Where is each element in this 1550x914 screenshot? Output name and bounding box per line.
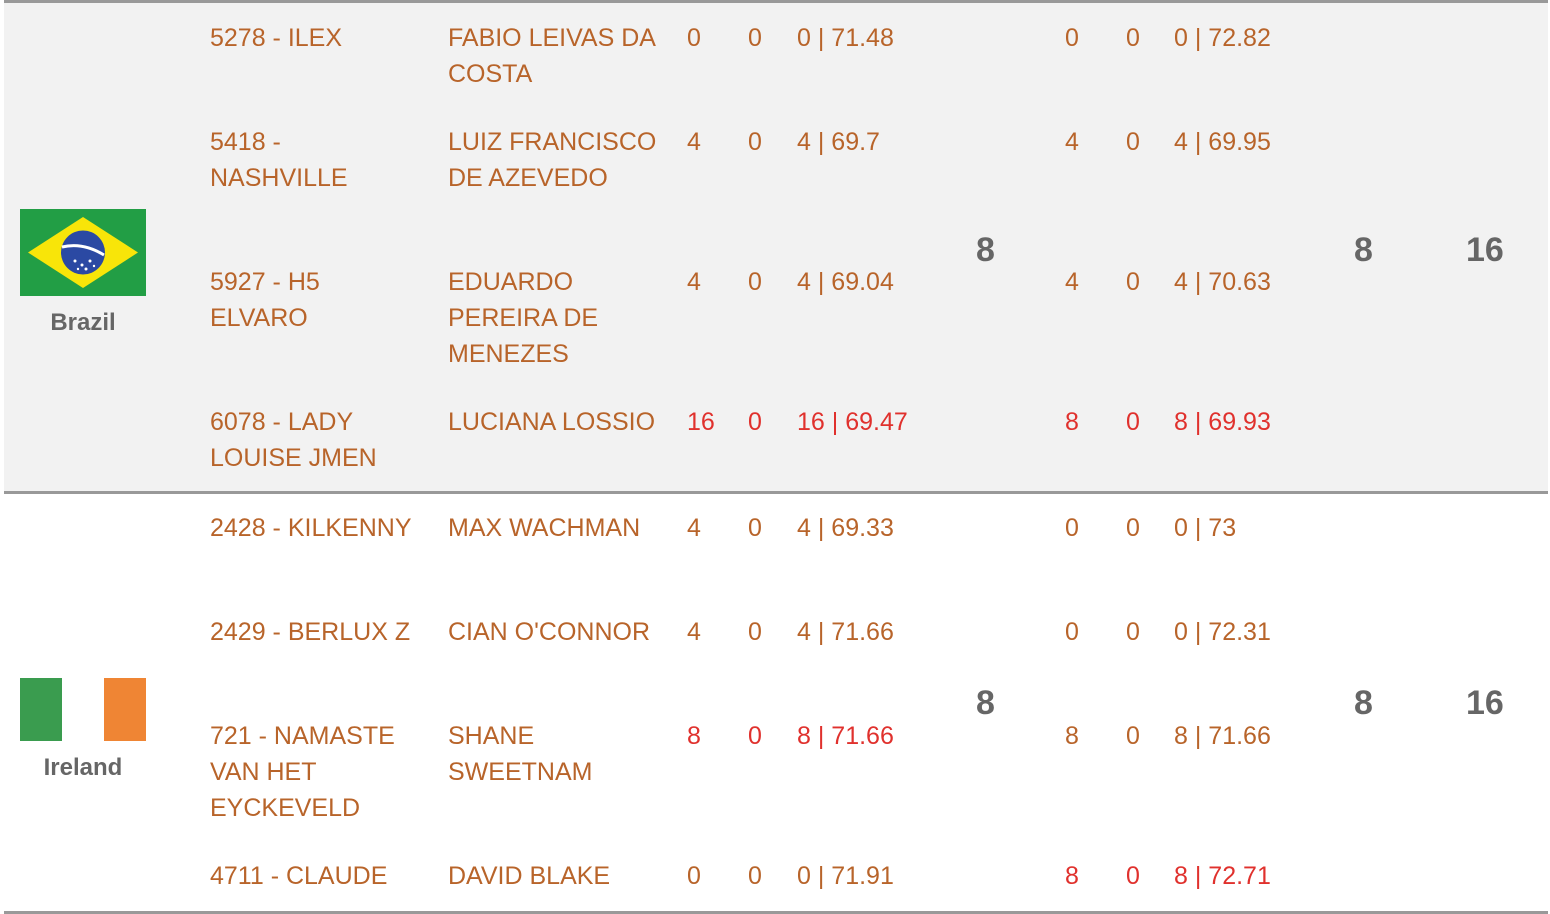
round2-result: 0 | 72.31 <box>1174 618 1271 646</box>
round2-faults: 8 <box>1065 862 1079 890</box>
overall-team-total: 16 <box>1466 231 1504 269</box>
horse-link[interactable]: 6078 - LADY LOUISE JMEN <box>210 404 420 476</box>
round1-result: 0 | 71.91 <box>797 862 894 890</box>
round2-faults: 4 <box>1065 268 1079 296</box>
round1-faults: 4 <box>687 514 701 542</box>
country-cell-ireland: Ireland <box>20 678 146 782</box>
round1-faults: 0 <box>687 862 701 890</box>
round1-team-total: 8 <box>976 231 995 269</box>
round2-faults: 0 <box>1065 514 1079 542</box>
rider-link[interactable]: LUIZ FRANCISCO DE AZEVEDO <box>448 124 668 196</box>
round2-time-faults: 0 <box>1126 514 1140 542</box>
rider-link[interactable]: EDUARDO PEREIRA DE MENEZES <box>448 264 668 372</box>
round2-time-faults: 0 <box>1126 408 1140 436</box>
round1-result: 4 | 69.33 <box>797 514 894 542</box>
round1-result: 4 | 69.04 <box>797 268 894 296</box>
round2-time-faults: 0 <box>1126 24 1140 52</box>
round1-time-faults: 0 <box>748 514 762 542</box>
round2-faults: 0 <box>1065 24 1079 52</box>
round2-faults: 8 <box>1065 722 1079 750</box>
round2-result: 0 | 73 <box>1174 514 1237 542</box>
overall-team-total: 16 <box>1466 684 1504 722</box>
rider-link[interactable]: FABIO LEIVAS DA COSTA <box>448 20 668 92</box>
team-block-ireland: Ireland 2428 - KILKENNY MAX WACHMAN 4 0 … <box>4 494 1548 914</box>
round2-result: 0 | 72.82 <box>1174 24 1271 52</box>
round1-time-faults: 0 <box>748 722 762 750</box>
round1-result: 4 | 71.66 <box>797 618 894 646</box>
round2-faults: 4 <box>1065 128 1079 156</box>
round1-team-total: 8 <box>976 684 995 722</box>
round2-time-faults: 0 <box>1126 268 1140 296</box>
round1-faults: 16 <box>687 408 715 436</box>
country-name: Brazil <box>50 309 116 336</box>
round2-time-faults: 0 <box>1126 618 1140 646</box>
country-cell-brazil: Brazil <box>20 209 146 337</box>
round1-faults: 4 <box>687 618 701 646</box>
round1-time-faults: 0 <box>748 408 762 436</box>
horse-link[interactable]: 5418 - NASHVILLE <box>210 124 420 196</box>
round1-faults: 4 <box>687 128 701 156</box>
team-block-brazil: Brazil 5278 - ILEX FABIO LEIVAS DA COSTA… <box>4 0 1548 494</box>
horse-link[interactable]: 5927 - H5 ELVARO <box>210 264 420 336</box>
round2-time-faults: 0 <box>1126 722 1140 750</box>
round2-result: 4 | 70.63 <box>1174 268 1271 296</box>
round2-time-faults: 0 <box>1126 862 1140 890</box>
horse-link[interactable]: 721 - NAMASTE VAN HET EYCKEVELD <box>210 718 420 826</box>
rider-link[interactable]: SHANE SWEETNAM <box>448 718 668 790</box>
brazil-flag-icon <box>20 209 146 296</box>
country-name: Ireland <box>43 754 123 781</box>
horse-link[interactable]: 2428 - KILKENNY <box>210 510 420 546</box>
round1-faults: 8 <box>687 722 701 750</box>
rider-link[interactable]: CIAN O'CONNOR <box>448 614 668 650</box>
round1-time-faults: 0 <box>748 268 762 296</box>
rider-link[interactable]: DAVID BLAKE <box>448 858 668 894</box>
round1-result: 4 | 69.7 <box>797 128 880 156</box>
round1-time-faults: 0 <box>748 128 762 156</box>
round2-team-total: 8 <box>1354 684 1373 722</box>
round1-result: 16 | 69.47 <box>797 408 908 436</box>
rider-link[interactable]: MAX WACHMAN <box>448 510 668 546</box>
round2-faults: 8 <box>1065 408 1079 436</box>
round1-result: 0 | 71.48 <box>797 24 894 52</box>
round1-result: 8 | 71.66 <box>797 722 894 750</box>
rider-link[interactable]: LUCIANA LOSSIO <box>448 404 668 440</box>
round1-faults: 0 <box>687 24 701 52</box>
round2-result: 4 | 69.95 <box>1174 128 1271 156</box>
round2-result: 8 | 72.71 <box>1174 862 1271 890</box>
round1-faults: 4 <box>687 268 701 296</box>
ireland-flag-icon <box>20 678 146 741</box>
round2-time-faults: 0 <box>1126 128 1140 156</box>
horse-link[interactable]: 5278 - ILEX <box>210 20 420 56</box>
horse-link[interactable]: 2429 - BERLUX Z <box>210 614 420 650</box>
round2-result: 8 | 71.66 <box>1174 722 1271 750</box>
round1-time-faults: 0 <box>748 24 762 52</box>
round2-faults: 0 <box>1065 618 1079 646</box>
round2-result: 8 | 69.93 <box>1174 408 1271 436</box>
horse-link[interactable]: 4711 - CLAUDE <box>210 858 420 894</box>
round1-time-faults: 0 <box>748 618 762 646</box>
round2-team-total: 8 <box>1354 231 1373 269</box>
round1-time-faults: 0 <box>748 862 762 890</box>
